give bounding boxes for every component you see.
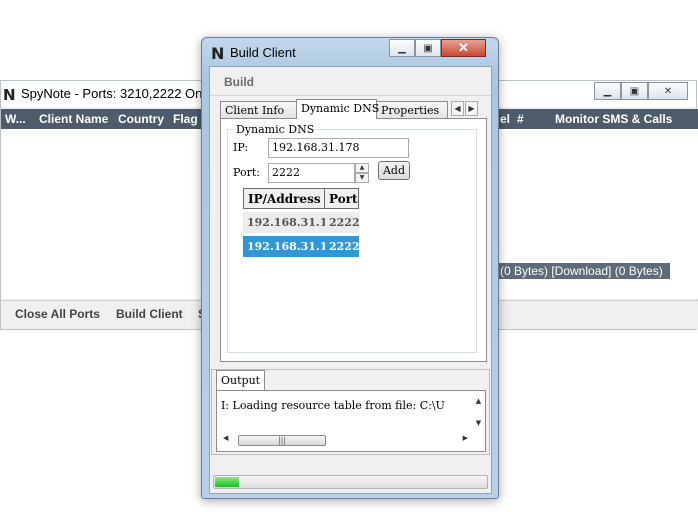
minimize-icon: ▁ <box>398 42 406 54</box>
close-icon: ✕ <box>663 85 673 97</box>
table-row[interactable]: 192.168.31.178 2222 <box>243 212 360 234</box>
table-row-selected[interactable]: 192.168.31.178 2222 <box>243 236 360 258</box>
dialog-maximize-button[interactable]: ▣ <box>415 39 441 57</box>
port-label: Port: <box>233 166 260 179</box>
close-button[interactable]: ✕ <box>648 82 688 100</box>
tab-scroll-left-icon[interactable]: ◀ <box>451 101 464 116</box>
ip-input[interactable]: 192.168.31.178 <box>268 138 409 158</box>
dialog-menubar: Build <box>210 67 491 96</box>
minimize-icon: ▁ <box>603 85 612 97</box>
tab-properties[interactable]: Properties <box>376 101 448 118</box>
column-flag[interactable]: Flag <box>173 112 198 126</box>
ip-label: IP: <box>233 141 249 154</box>
spynote-logo-icon: N <box>3 86 16 104</box>
tab-client-info[interactable]: Client Info <box>220 101 297 118</box>
tab-dynamic-dns[interactable]: Dynamic DNS <box>296 99 379 119</box>
column-el[interactable]: el <box>500 112 510 126</box>
column-port[interactable]: Port <box>324 188 359 209</box>
transfer-status: (0 Bytes) [Download] (0 Bytes) <box>498 263 670 279</box>
scroll-up-icon[interactable]: ▲ <box>472 397 485 405</box>
column-monitor-sms-calls[interactable]: Monitor SMS & Calls <box>555 112 672 126</box>
dialog-tabs: Client Info Dynamic DNS Properties ◀ ▶ <box>220 99 488 119</box>
build-client-button[interactable]: Build Client <box>116 307 183 321</box>
column-number[interactable]: # <box>517 112 524 126</box>
spin-up-icon[interactable]: ▲ <box>355 163 369 173</box>
row-ip: 192.168.31.178 <box>243 236 343 257</box>
add-button[interactable]: Add <box>378 161 410 180</box>
dialog-close-button[interactable]: ✕ <box>441 39 486 57</box>
maximize-button[interactable]: ▣ <box>621 82 648 100</box>
dynamic-dns-panel: Dynamic DNS IP: 192.168.31.178 Port: 222… <box>220 118 487 362</box>
spin-down-icon[interactable]: ▼ <box>355 173 369 183</box>
tab-scroll-right-icon[interactable]: ▶ <box>465 101 478 116</box>
tab-output[interactable]: Output <box>216 370 266 390</box>
column-ip-address[interactable]: IP/Address <box>243 188 325 209</box>
row-port: 2222 <box>325 236 360 257</box>
dialog-minimize-button[interactable]: ▁ <box>389 39 415 57</box>
horizontal-scroll-thumb[interactable]: ||| <box>238 435 326 446</box>
close-icon: ✕ <box>458 40 469 55</box>
output-vertical-scrollbar[interactable]: ▲ ▼ <box>472 391 485 435</box>
output-log-line: I: Loading resource table from file: C:\… <box>221 399 445 412</box>
minimize-button[interactable]: ▁ <box>594 82 621 100</box>
dialog-title: Build Client <box>230 45 296 60</box>
menu-build[interactable]: Build <box>224 75 254 89</box>
port-stepper[interactable]: ▲ ▼ <box>355 163 369 183</box>
output-log[interactable]: I: Loading resource table from file: C:\… <box>216 390 486 452</box>
scroll-right-icon[interactable]: ▶ <box>463 434 468 442</box>
build-progress-bar <box>213 475 488 489</box>
maximize-icon: ▣ <box>629 85 640 97</box>
maximize-icon: ▣ <box>423 42 433 54</box>
row-ip: 192.168.31.178 <box>243 212 343 233</box>
port-input[interactable]: 2222 <box>268 163 355 183</box>
dynamic-dns-group: Dynamic DNS IP: 192.168.31.178 Port: 222… <box>227 123 477 353</box>
output-horizontal-scrollbar[interactable]: ◀ ||| ▶ <box>223 434 468 447</box>
group-label: Dynamic DNS <box>234 123 317 136</box>
scroll-down-icon[interactable]: ▼ <box>472 419 485 427</box>
progress-fill <box>215 477 239 487</box>
output-panel: Output I: Loading resource table from fi… <box>211 369 490 455</box>
column-client-name[interactable]: Client Name <box>39 112 108 126</box>
scroll-left-icon[interactable]: ◀ <box>223 434 228 442</box>
main-window-title: SpyNote - Ports: 3210,2222 Onl <box>21 86 206 101</box>
column-w[interactable]: W... <box>5 112 26 126</box>
dialog-client-area: Build Client Info Dynamic DNS Properties… <box>209 66 492 494</box>
row-port: 2222 <box>325 212 360 233</box>
ddns-table: IP/Address Port 192.168.31.178 2222 192.… <box>243 188 360 258</box>
table-header-row: IP/Address Port <box>243 188 359 210</box>
column-country[interactable]: Country <box>118 112 164 126</box>
build-client-dialog: N Build Client ▁ ▣ ✕ Build Client Info D… <box>201 37 499 499</box>
dialog-logo-icon: N <box>211 44 225 63</box>
close-all-ports-button[interactable]: Close All Ports <box>15 307 100 321</box>
